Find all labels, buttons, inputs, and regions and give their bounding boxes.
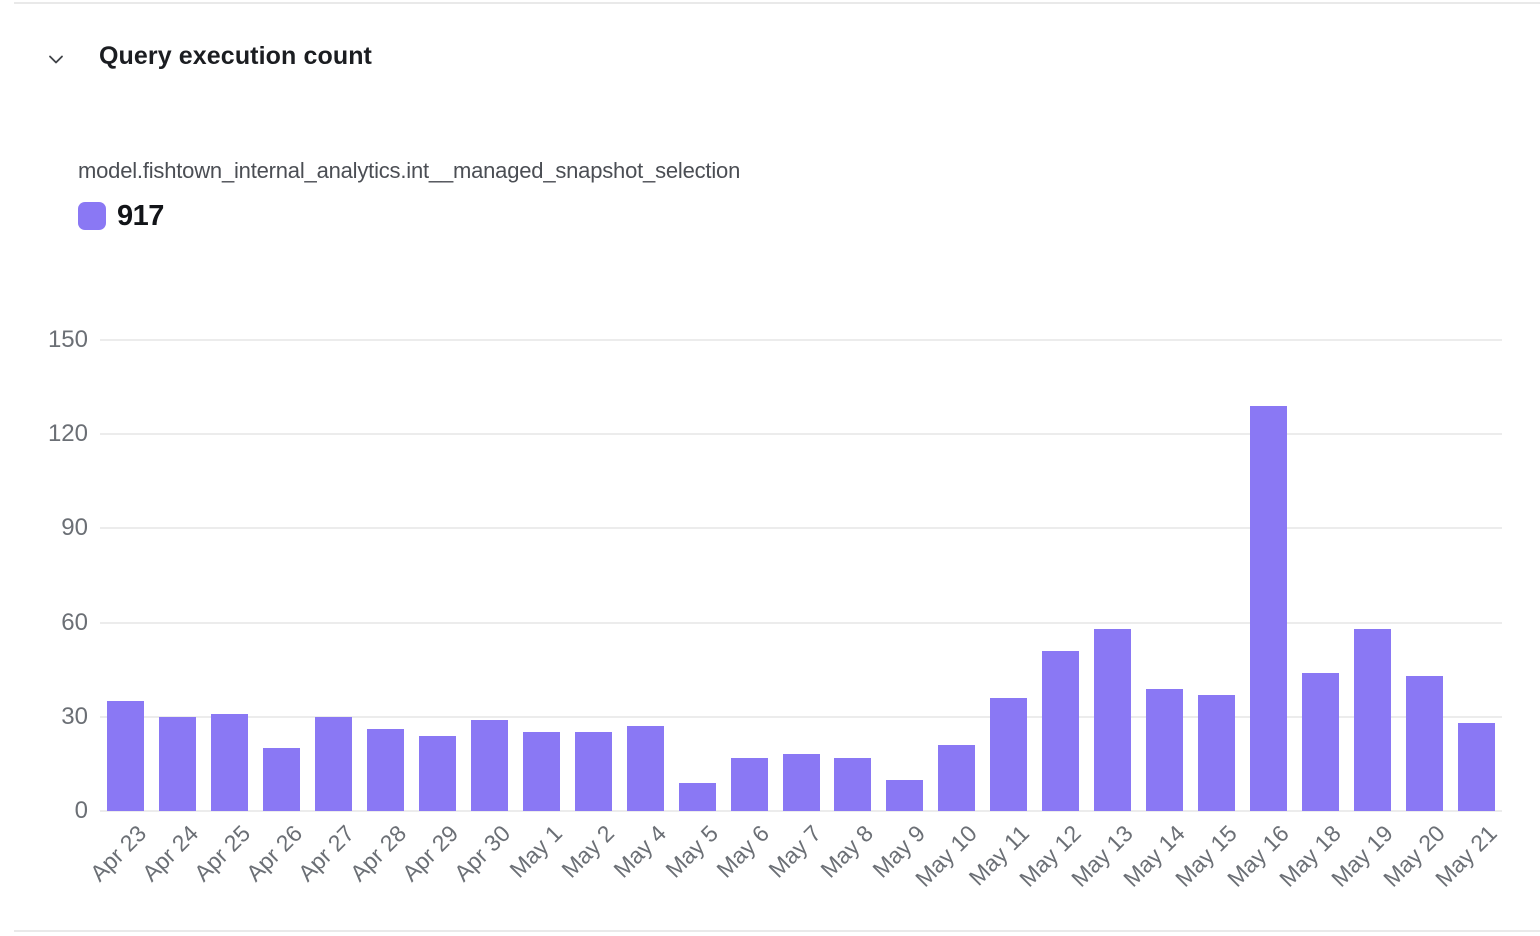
- y-axis-label: 60: [0, 608, 88, 638]
- x-axis-label: Apr 26: [241, 820, 308, 887]
- y-axis-label: 90: [0, 513, 88, 543]
- gridline: [100, 527, 1502, 529]
- bar[interactable]: [731, 758, 768, 811]
- bar[interactable]: [1146, 689, 1183, 811]
- x-axis-label: Apr 29: [397, 820, 464, 887]
- y-axis-label: 30: [0, 702, 88, 732]
- bar[interactable]: [1458, 723, 1495, 811]
- bar[interactable]: [211, 714, 248, 811]
- x-axis-label: May 8: [816, 820, 879, 883]
- x-axis-label: May 1: [504, 820, 567, 883]
- x-axis-label: Apr 28: [345, 820, 412, 887]
- gridline: [100, 622, 1502, 624]
- y-axis-label: 0: [0, 796, 88, 826]
- bar[interactable]: [679, 783, 716, 811]
- x-axis-label: Apr 25: [189, 820, 256, 887]
- bar[interactable]: [315, 717, 352, 811]
- bar[interactable]: [627, 726, 664, 811]
- gridline: [100, 716, 1502, 718]
- bar[interactable]: [575, 732, 612, 811]
- bar[interactable]: [107, 701, 144, 811]
- bar[interactable]: [263, 748, 300, 811]
- bar-chart: 0306090120150Apr 23Apr 24Apr 25Apr 26Apr…: [0, 0, 1540, 936]
- bar[interactable]: [159, 717, 196, 811]
- x-axis-label: Apr 30: [449, 820, 516, 887]
- bar[interactable]: [1250, 406, 1287, 811]
- bar[interactable]: [1406, 676, 1443, 811]
- x-axis-label: May 7: [764, 820, 827, 883]
- bar[interactable]: [1302, 673, 1339, 811]
- bar[interactable]: [834, 758, 871, 811]
- bar[interactable]: [990, 698, 1027, 811]
- bar[interactable]: [419, 736, 456, 811]
- x-axis-label: Apr 23: [85, 820, 152, 887]
- bar[interactable]: [1094, 629, 1131, 811]
- x-axis-label: May 2: [556, 820, 619, 883]
- gridline: [100, 339, 1502, 341]
- bar[interactable]: [1042, 651, 1079, 811]
- x-axis-label: Apr 27: [293, 820, 360, 887]
- bar[interactable]: [938, 745, 975, 811]
- bar[interactable]: [1198, 695, 1235, 811]
- gridline: [100, 433, 1502, 435]
- bar[interactable]: [367, 729, 404, 811]
- bar[interactable]: [1354, 629, 1391, 811]
- bar[interactable]: [471, 720, 508, 811]
- bar[interactable]: [523, 732, 560, 811]
- y-axis-label: 150: [0, 325, 88, 355]
- x-axis-label: May 4: [608, 820, 671, 883]
- bar[interactable]: [783, 754, 820, 811]
- x-axis-label: May 6: [712, 820, 775, 883]
- bar[interactable]: [886, 780, 923, 811]
- panel-bottom-border: [14, 930, 1540, 932]
- query-execution-panel: Query execution count model.fishtown_int…: [0, 0, 1540, 936]
- x-axis-label: Apr 24: [137, 820, 204, 887]
- x-axis-label: May 5: [660, 820, 723, 883]
- y-axis-label: 120: [0, 419, 88, 449]
